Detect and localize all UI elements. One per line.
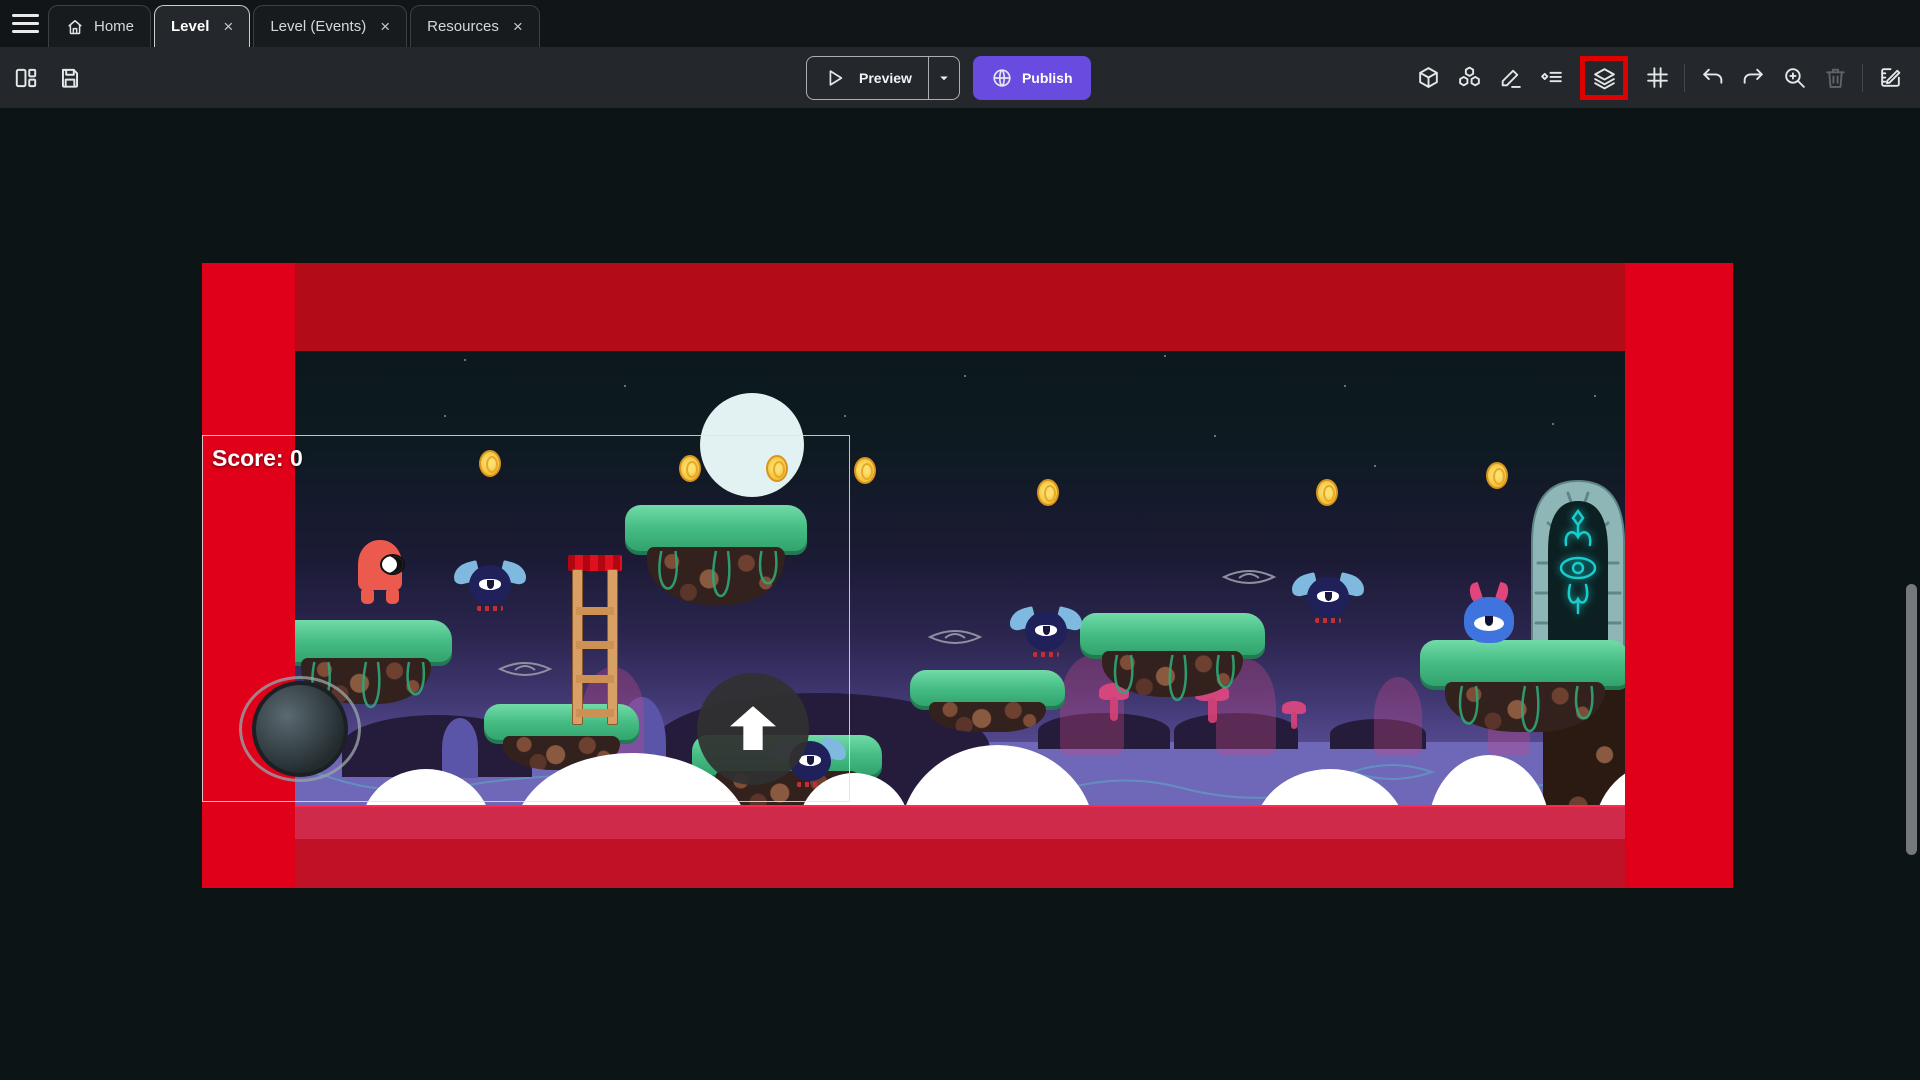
star-dot <box>444 415 446 417</box>
star-dot <box>1164 355 1166 357</box>
editor-canvas[interactable]: Score: 0 2283;-300 <box>0 108 1920 1080</box>
tab-label: Home <box>94 18 134 35</box>
star-dot <box>1594 395 1596 397</box>
portal-door[interactable] <box>1528 473 1628 651</box>
close-tab-icon[interactable]: × <box>223 18 233 35</box>
bat-enemy[interactable] <box>1011 609 1081 655</box>
jump-button[interactable] <box>697 673 809 785</box>
platform[interactable] <box>1420 640 1630 740</box>
joystick-control[interactable] <box>240 677 360 781</box>
tabs: Home Level × Level (Events) × Resources × <box>48 5 540 47</box>
toolbar: Preview Publish <box>0 47 1920 108</box>
star-dot <box>1214 435 1216 437</box>
game-scene[interactable]: Score: 0 <box>202 263 1733 888</box>
pencil-icon[interactable] <box>1496 64 1524 92</box>
horned-enemy[interactable] <box>1464 585 1514 643</box>
gdevelop-editor: Home Level × Level (Events) × Resources × Prev… <box>0 0 1920 1080</box>
tab-label: Level (Events) <box>270 18 366 35</box>
star-dot <box>1344 385 1346 387</box>
objects-list-icon[interactable] <box>1537 64 1565 92</box>
toolbar-left <box>12 47 84 108</box>
toolbar-divider <box>1862 64 1863 92</box>
play-icon <box>821 64 849 92</box>
redo-icon[interactable] <box>1739 64 1767 92</box>
undo-icon[interactable] <box>1698 64 1726 92</box>
platform[interactable] <box>1080 613 1265 705</box>
star-dot <box>964 375 966 377</box>
red-zone-top[interactable] <box>202 263 1733 351</box>
bat-enemy[interactable] <box>1293 575 1363 621</box>
annotation-highlight-box <box>1580 56 1628 100</box>
star-dot <box>844 415 846 417</box>
tab-resources[interactable]: Resources × <box>410 5 540 47</box>
publish-button[interactable]: Publish <box>973 56 1091 100</box>
close-tab-icon[interactable]: × <box>513 18 523 35</box>
publish-button-label: Publish <box>1022 70 1073 86</box>
star-dot <box>624 385 626 387</box>
tab-label: Resources <box>427 18 499 35</box>
coin[interactable] <box>1037 479 1059 506</box>
close-tab-icon[interactable]: × <box>380 18 390 35</box>
globe-icon <box>991 67 1013 89</box>
scene-edit-icon[interactable] <box>1876 64 1904 92</box>
grid-icon[interactable] <box>1643 64 1671 92</box>
star-dot <box>464 359 466 361</box>
star-dot <box>1552 423 1554 425</box>
tab-level-events[interactable]: Level (Events) × <box>253 5 407 47</box>
preview-button-label: Preview <box>859 70 912 86</box>
toolbar-divider <box>1684 64 1685 92</box>
platform[interactable] <box>910 670 1065 740</box>
red-zone-right[interactable] <box>1625 263 1733 888</box>
home-icon <box>65 17 85 37</box>
coin[interactable] <box>1486 462 1508 489</box>
panels-icon[interactable] <box>12 64 40 92</box>
tab-label: Level <box>171 18 209 35</box>
zoom-in-icon[interactable] <box>1780 64 1808 92</box>
tab-home[interactable]: Home <box>48 5 151 47</box>
save-icon[interactable] <box>56 64 84 92</box>
pink-bush <box>1374 677 1422 755</box>
star-dot <box>1374 465 1376 467</box>
tab-bar: Home Level × Level (Events) × Resources × <box>0 0 1920 47</box>
eye-decoration <box>926 625 984 649</box>
layers-icon[interactable] <box>1590 64 1618 92</box>
coin[interactable] <box>854 457 876 484</box>
toolbar-right <box>1414 47 1904 108</box>
trash-icon[interactable] <box>1821 64 1849 92</box>
coin[interactable] <box>1316 479 1338 506</box>
preview-options-caret[interactable] <box>929 57 959 99</box>
eye-decoration <box>1220 565 1278 589</box>
tab-level[interactable]: Level × <box>154 5 250 47</box>
mushroom <box>1282 701 1306 729</box>
cube-icon[interactable] <box>1414 64 1442 92</box>
red-zone-bottom[interactable] <box>202 805 1733 888</box>
preview-button[interactable]: Preview <box>806 56 960 100</box>
instances-icon[interactable] <box>1455 64 1483 92</box>
menu-icon[interactable] <box>12 14 42 34</box>
toolbar-center: Preview Publish <box>806 56 1091 100</box>
vertical-scrollbar[interactable] <box>1906 584 1917 855</box>
